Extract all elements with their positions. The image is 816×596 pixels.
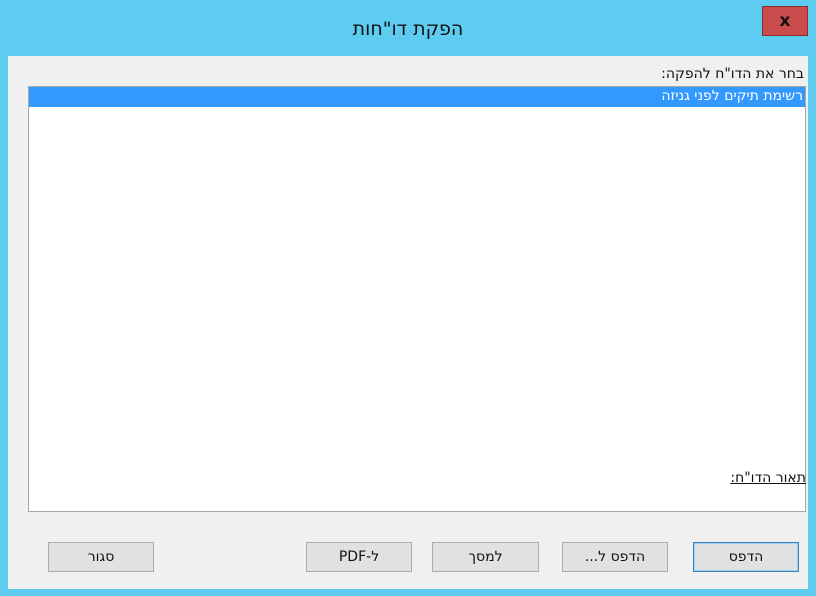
report-description-label: תאור הדו"ח: [730, 470, 806, 486]
print-button[interactable]: הדפס [693, 542, 799, 572]
to-screen-button[interactable]: למסך [432, 542, 539, 572]
print-to-button[interactable]: הדפס ל... [562, 542, 668, 572]
report-dialog-window: הפקת דו"חות x בחר את הדו"ח להפקה: רשימת … [0, 0, 816, 596]
list-item[interactable]: רשימת תיקים לפני גניזה [29, 87, 805, 107]
window-title: הפקת דו"חות [352, 18, 464, 40]
select-report-label: בחר את הדו"ח להפקה: [661, 66, 804, 82]
dialog-client-area: בחר את הדו"ח להפקה: רשימת תיקים לפני גני… [8, 56, 808, 589]
close-window-button[interactable]: x [762, 6, 808, 36]
close-button[interactable]: סגור [48, 542, 154, 572]
title-bar[interactable]: הפקת דו"חות x [0, 0, 816, 56]
to-pdf-button[interactable]: ל-PDF [306, 542, 412, 572]
reports-listbox[interactable]: רשימת תיקים לפני גניזה [28, 86, 806, 512]
